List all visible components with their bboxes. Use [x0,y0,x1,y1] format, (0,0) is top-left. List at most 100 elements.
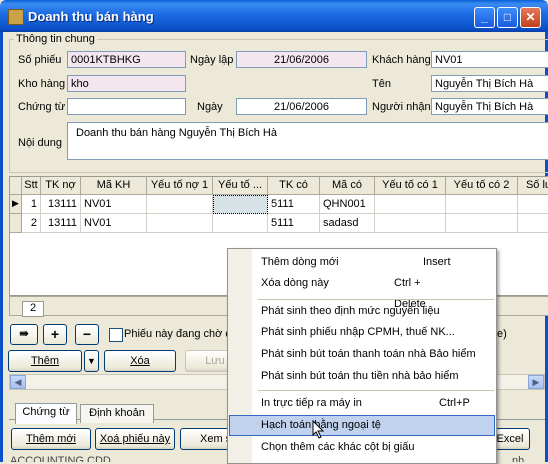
menu-separator [258,299,494,300]
minimize-button[interactable]: _ [474,7,495,28]
so-phieu-field[interactable]: 0001KTBHKG [67,51,186,68]
cell-tk-no[interactable]: 13111 [41,214,81,233]
chevron-down-icon: ▼ [87,356,96,366]
col-header-tk-co[interactable]: TK có [268,177,320,195]
cell-stt[interactable]: 1 [22,195,41,214]
chung-tu-field[interactable] [67,98,186,115]
cell-yt-no1[interactable] [147,195,213,214]
menu-item-label: Chọn thêm các khác cột bị giấu [261,441,415,453]
col-header-tk-no[interactable]: TK nợ [41,177,81,195]
maximize-button[interactable]: □ [497,7,518,28]
menu-item-label: Thêm dòng mới [261,256,339,268]
menu-item-label: Xóa dòng này [261,277,329,289]
ngay-field[interactable]: 21/06/2006 [236,98,367,115]
menu-item-label: Phát sinh bút toán thu tiền nhà bảo hiểm [261,370,459,382]
add-button[interactable]: Thêm [8,350,82,372]
menu-item-label: Phát sinh bút toán thanh toán nhà Bảo hi… [261,348,476,360]
plus-icon: + [50,326,60,342]
delete-voucher-button[interactable]: Xoá phiếu này [95,428,175,450]
ten-field[interactable]: Nguyễn Thị Bích Hà [431,75,548,92]
col-header-yt-no2[interactable]: Yếu tố ... [213,177,268,195]
cell-yt-no1[interactable] [147,214,213,233]
cell-ma-co[interactable]: QHN001 [320,195,375,214]
row-selector[interactable] [10,214,22,233]
menu-item-label: Phát sinh phiếu nhập CPMH, thuế NK... [261,326,455,338]
cell-yt-co1[interactable] [375,214,446,233]
remove-row-button[interactable]: − [75,324,99,345]
menu-item-delete-row[interactable]: Xóa dòng này Ctrl + Delete [229,273,495,310]
context-menu: Thêm dòng mới Insert Xóa dòng này Ctrl + D… [227,248,497,464]
col-header-stt[interactable]: Stt [22,177,41,195]
menu-item-insurance-payment[interactable]: Phát sinh bút toán thanh toán nhà Bảo hi… [229,344,495,365]
toolbar-right-text: e) [497,328,507,340]
ngay-label: Ngày [197,101,223,113]
col-header-yt-co2[interactable]: Yếu tố có 2 [446,177,518,195]
kho-hang-field[interactable]: kho [67,75,186,92]
noi-dung-label: Nội dung [18,137,63,149]
mouse-cursor-icon [312,420,325,439]
cell-tk-co[interactable]: 5111 [268,214,320,233]
insert-row-icon: ⇛ [19,328,29,340]
cell-so-lu[interactable] [518,214,548,233]
cell-ma-kh[interactable]: NV01 [81,214,147,233]
cell-yt-co1[interactable] [375,195,446,214]
current-row-arrow-icon: ▶ [12,198,19,208]
so-phieu-label: Số phiếu [18,54,62,66]
cell-tk-co[interactable]: 5111 [268,195,320,214]
status-text: ACCOUNTING CDD [10,455,111,462]
menu-item-shortcut: Ctrl+P [439,397,470,409]
col-header-yt-co1[interactable]: Yếu tố có 1 [375,177,446,195]
ngay-lap-label: Ngày lập [190,54,234,66]
record-count: 2 [22,301,44,317]
row-selector[interactable]: ▶ [10,195,22,214]
cell-so-lu[interactable] [518,195,548,214]
cell-tk-no[interactable]: 13111 [41,195,81,214]
cell-yt-no2[interactable] [213,214,268,233]
kho-hang-label: Kho hàng [18,78,66,90]
cell-stt[interactable]: 2 [22,214,41,233]
add-dropdown-button[interactable]: ▼ [84,350,99,372]
group-title: Thông tin chung [14,33,97,45]
menu-item-foreign-currency[interactable]: Hạch toán bằng ngoại tệ [229,415,495,436]
nguoi-nhan-field[interactable]: Nguyễn Thị Bích Hà [431,98,548,115]
delete-button[interactable]: Xóa [104,350,176,372]
pending-checkbox[interactable] [109,328,123,342]
close-button[interactable]: ✕ [520,7,541,28]
cell-ma-kh[interactable]: NV01 [81,195,147,214]
cell-ma-co[interactable]: sadasd [320,214,375,233]
ngay-lap-field[interactable]: 21/06/2006 [236,51,367,68]
menu-item-add-row[interactable]: Thêm dòng mới Insert [229,252,495,273]
tab-dinh-khoan[interactable]: Định khoản [80,404,154,423]
menu-item-import-voucher[interactable]: Phát sinh phiếu nhập CPMH, thuế NK... [229,322,495,343]
cell-yt-co2[interactable] [446,195,518,214]
cell-yt-co2[interactable] [446,214,518,233]
col-header-ma-co[interactable]: Mã có [320,177,375,195]
tab-chung-tu[interactable]: Chứng từ [15,403,77,424]
scroll-left-icon[interactable]: ◀ [10,375,26,389]
insert-row-button[interactable]: ⇛ [10,324,38,345]
nguoi-nhan-label: Người nhận [372,101,431,113]
menu-separator [258,390,494,391]
pending-label: Phiếu này đang chờ du [124,328,227,340]
col-header-ma-kh[interactable]: Mã KH [81,177,147,195]
status-right: nh [512,455,525,462]
minus-icon: − [82,326,92,342]
menu-item-shortcut: Insert [423,256,451,268]
menu-item-hidden-columns[interactable]: Chọn thêm các khác cột bị giấu [229,437,495,458]
scroll-right-icon[interactable]: ▶ [528,375,544,389]
cell-yt-no2-active[interactable] [213,195,268,214]
menu-item-label: In trực tiếp ra máy in [261,397,362,409]
khach-hang-field[interactable]: NV01 [431,51,548,68]
noi-dung-field[interactable]: Doanh thu bán hàng Nguyễn Thị Bích Hà [67,122,548,160]
new-voucher-button[interactable]: Thêm mới [11,428,91,450]
grid-corner [10,177,22,195]
col-header-so-lu[interactable]: Số lu [518,177,548,195]
window-frame-left [0,32,3,462]
col-header-yt-no1[interactable]: Yếu tố nợ 1 [147,177,213,195]
chung-tu-label: Chứng từ [18,101,66,113]
add-row-button[interactable]: + [43,324,67,345]
menu-item-print[interactable]: In trực tiếp ra máy in Ctrl+P [229,393,495,414]
app-icon[interactable] [8,9,24,25]
menu-item-insurance-receipt[interactable]: Phát sinh bút toán thu tiền nhà bảo hiểm [229,366,495,387]
menu-item-material-norm[interactable]: Phát sinh theo định mức nguyên liệu [229,301,495,322]
